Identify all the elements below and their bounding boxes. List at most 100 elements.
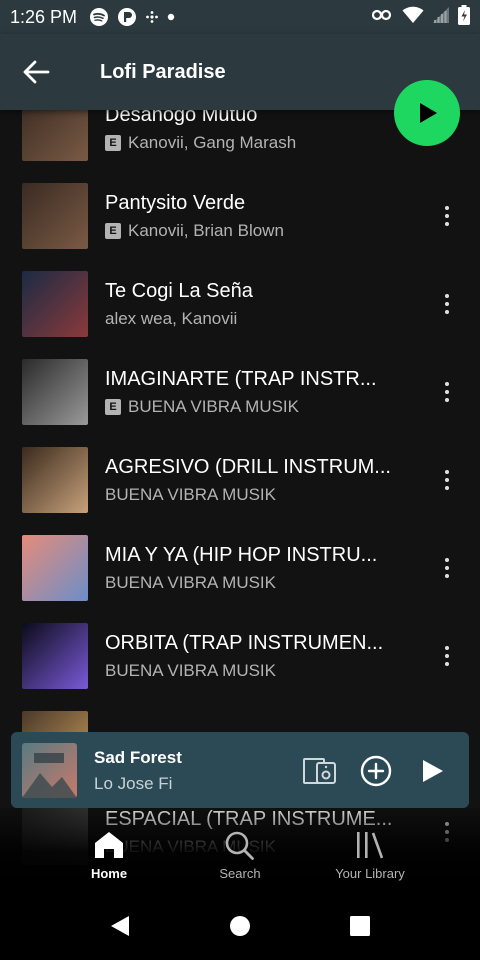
library-icon — [357, 832, 384, 859]
more-options-button[interactable] — [432, 548, 462, 588]
more-dot-icon — [445, 310, 449, 314]
track-artists: BUENA VIBRA MUSIK — [105, 661, 276, 680]
nav-home[interactable]: Home — [49, 830, 169, 881]
search-icon — [225, 831, 254, 860]
more-dot-icon — [445, 206, 449, 210]
triangle-back-icon — [111, 916, 129, 936]
play-icon — [423, 760, 443, 782]
now-playing-title: Sad Forest — [94, 748, 182, 767]
track-title: MIA Y YA (HIP HOP INSTRU... — [105, 544, 378, 566]
track-row[interactable]: MIA Y YA (HIP HOP INSTRU... BUENA VIBRA M… — [0, 524, 480, 612]
track-cover — [22, 110, 88, 161]
bottom-nav: Home Search Your Library — [0, 808, 480, 888]
nav-search[interactable]: Search — [180, 830, 300, 881]
more-dot-icon — [445, 214, 449, 218]
track-cover — [22, 623, 88, 689]
track-artist-line: E BUENA VIBRA MUSIK — [105, 397, 420, 417]
arrow-left-icon — [23, 60, 50, 84]
more-dot-icon — [445, 478, 449, 482]
track-title: Pantysito Verde — [105, 192, 246, 214]
mini-play-button[interactable] — [415, 754, 449, 788]
more-options-button[interactable] — [432, 284, 462, 324]
more-dot-icon — [445, 222, 449, 226]
circle-home-icon — [230, 916, 250, 936]
explicit-badge: E — [105, 223, 121, 239]
more-dot-icon — [445, 302, 449, 306]
spotify-icon — [89, 7, 109, 27]
track-title: Te Cogi La Seña — [105, 280, 253, 302]
page-title: Lofi Paradise — [100, 60, 226, 83]
track-artists: BUENA VIBRA MUSIK — [105, 485, 276, 504]
more-dot-icon — [445, 566, 449, 570]
wifi-icon — [402, 6, 424, 29]
explicit-badge: E — [105, 399, 121, 415]
system-home-button[interactable] — [228, 914, 252, 938]
track-artist-line: alex wea, Kanovii — [105, 309, 420, 329]
track-artists: Kanovii, Brian Blown — [128, 221, 284, 240]
more-options-button[interactable] — [432, 460, 462, 500]
track-artists: alex wea, Kanovii — [105, 309, 238, 328]
more-dot-icon — [445, 294, 449, 298]
more-dot-icon — [445, 470, 449, 474]
track-artist-line: E Kanovii, Gang Marash — [105, 133, 420, 153]
system-nav-bar — [0, 888, 480, 960]
system-recents-button[interactable] — [348, 914, 372, 938]
track-row[interactable]: AGRESIVO (DRILL INSTRUM... BUENA VIBRA MU… — [0, 436, 480, 524]
nav-search-label: Search — [219, 866, 261, 881]
track-title: Desahogo Mutuo — [105, 110, 258, 126]
nav-home-label: Home — [90, 866, 128, 881]
pinwheel-icon — [145, 10, 159, 24]
track-cover — [22, 447, 88, 513]
more-dot-icon — [445, 486, 449, 490]
play-playlist-button[interactable] — [394, 80, 460, 146]
track-cover — [22, 535, 88, 601]
status-time: 1:26 PM — [10, 6, 78, 27]
connect-device-button[interactable] — [303, 754, 337, 788]
system-back-button[interactable] — [108, 914, 132, 938]
track-artists: Kanovii, Gang Marash — [128, 133, 297, 152]
track-row[interactable]: Te Cogi La Seña alex wea, Kanovii — [0, 260, 480, 348]
nav-library-label: Your Library — [335, 866, 405, 881]
more-dot-icon — [445, 574, 449, 578]
nav-library[interactable]: Your Library — [310, 830, 430, 881]
more-dot-icon — [445, 382, 449, 386]
now-playing-cover — [22, 743, 77, 798]
more-dot-icon — [445, 654, 449, 658]
more-dot-icon — [445, 558, 449, 562]
vpn-key-icon — [371, 8, 394, 27]
status-bar: 1:26 PM — [0, 0, 480, 34]
back-button[interactable] — [0, 34, 72, 110]
more-dot-icon — [445, 662, 449, 666]
track-cover — [22, 271, 88, 337]
track-artist-line: BUENA VIBRA MUSIK — [105, 485, 420, 505]
signal-icon — [432, 6, 450, 29]
square-recents-icon — [350, 916, 370, 936]
dot-icon — [167, 13, 175, 21]
track-artist-line: BUENA VIBRA MUSIK — [105, 661, 420, 681]
track-row[interactable]: IMAGINARTE (TRAP INSTR... E BUENA VIBRA MU… — [0, 348, 480, 436]
track-artist-line: BUENA VIBRA MUSIK — [105, 573, 420, 593]
track-artists: BUENA VIBRA MUSIK — [105, 573, 276, 592]
track-cover — [22, 183, 88, 249]
more-options-button[interactable] — [432, 636, 462, 676]
more-dot-icon — [445, 398, 449, 402]
track-cover — [22, 359, 88, 425]
track-title: AGRESIVO (DRILL INSTRUM... — [105, 456, 391, 478]
add-to-library-button[interactable] — [359, 754, 393, 788]
play-icon — [420, 103, 437, 123]
connect-device-icon — [303, 758, 336, 784]
add-icon — [360, 755, 392, 787]
track-row[interactable]: ORBITA (TRAP INSTRUMEN... BUENA VIBRA MUS… — [0, 612, 480, 700]
track-title: ORBITA (TRAP INSTRUMEN... — [105, 632, 384, 654]
track-row[interactable]: Pantysito Verde E Kanovii, Brian Blown — [0, 172, 480, 260]
track-artists: BUENA VIBRA MUSIK — [128, 397, 299, 416]
battery-icon — [458, 4, 470, 30]
mini-player[interactable]: Sad Forest Lo Jose Fi — [11, 732, 469, 808]
track-title: IMAGINARTE (TRAP INSTR... — [105, 368, 377, 390]
explicit-badge: E — [105, 135, 121, 151]
more-dot-icon — [445, 646, 449, 650]
now-playing-artist: Lo Jose Fi — [94, 774, 173, 793]
ring-app-icon — [117, 7, 137, 27]
more-options-button[interactable] — [432, 372, 462, 412]
more-options-button[interactable] — [432, 196, 462, 236]
